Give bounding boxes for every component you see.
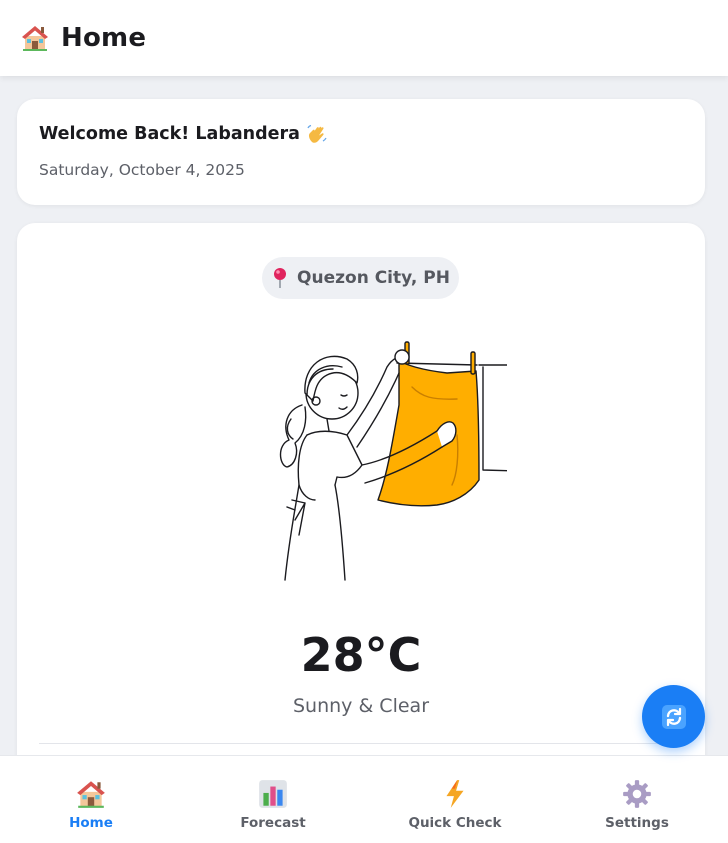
bar-chart-icon [257, 778, 289, 810]
nav-label-settings: Settings [605, 815, 669, 831]
nav-label-quick-check: Quick Check [408, 815, 502, 831]
weather-card: Quezon City, PH 28°C Sunny & Clear [17, 223, 705, 783]
pin-icon [271, 267, 289, 289]
welcome-card: Welcome Back! Labandera Saturday, Octobe… [17, 99, 705, 205]
divider [39, 743, 683, 744]
nav-item-forecast[interactable]: Forecast [182, 756, 364, 843]
page-title: Home [61, 23, 147, 53]
house-icon [75, 778, 107, 810]
welcome-heading: Welcome Back! Labandera [39, 123, 683, 145]
nav-item-quick-check[interactable]: Quick Check [364, 756, 546, 843]
app-header: Home [0, 0, 728, 76]
nav-item-home[interactable]: Home [0, 756, 182, 843]
gear-icon [621, 778, 653, 810]
temperature: 28°C [300, 628, 422, 682]
nav-label-home: Home [69, 815, 113, 831]
refresh-icon [661, 704, 687, 730]
weather-condition: Sunny & Clear [292, 695, 429, 717]
location-label: Quezon City, PH [297, 268, 450, 288]
lightning-icon [439, 778, 471, 810]
nav-item-settings[interactable]: Settings [546, 756, 728, 843]
location-chip[interactable]: Quezon City, PH [262, 257, 459, 299]
current-date: Saturday, October 4, 2025 [39, 161, 245, 179]
waving-hand-icon [306, 123, 328, 145]
woman-hanging-laundry-illustration [247, 335, 518, 590]
nav-label-forecast: Forecast [240, 815, 306, 831]
house-icon [20, 23, 50, 53]
bottom-nav: Home Forecast Quick Check Settings [0, 755, 728, 843]
welcome-text: Welcome Back! Labandera [39, 124, 300, 144]
refresh-button[interactable] [642, 685, 705, 748]
